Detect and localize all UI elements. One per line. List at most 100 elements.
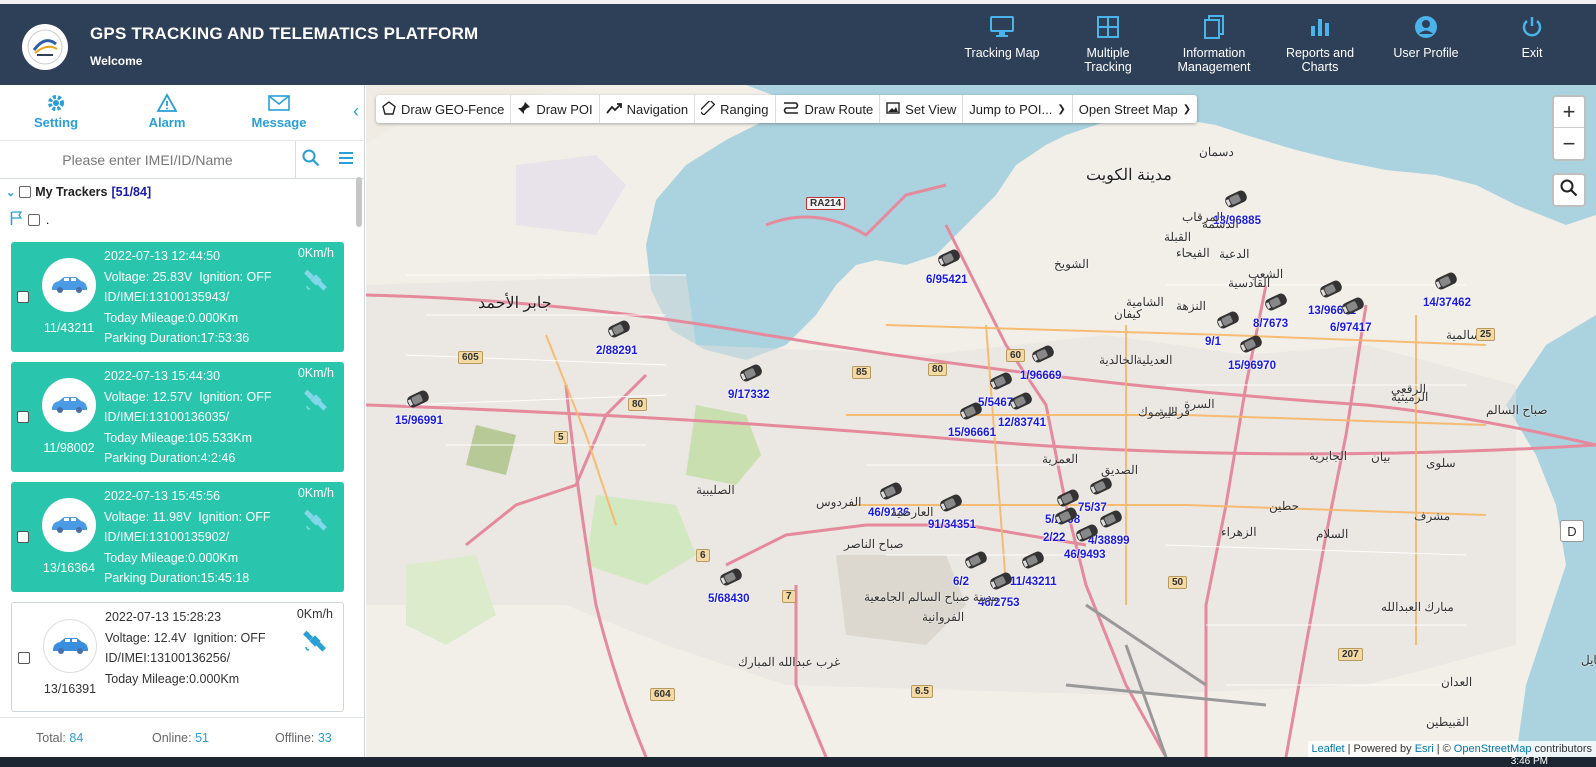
group-row[interactable]: .: [10, 211, 49, 228]
vehicle-marker[interactable]: [1431, 270, 1461, 297]
vehicle-label[interactable]: 6/2: [953, 576, 969, 588]
place-label: الدعية: [1219, 247, 1250, 261]
satellite-icon: [303, 629, 327, 658]
vehicle-marker[interactable]: [934, 247, 964, 274]
leaflet-link[interactable]: Leaflet: [1312, 743, 1345, 755]
place-label: القبلة: [1164, 230, 1192, 244]
place-label: سلوى: [1426, 456, 1456, 470]
nav-exit[interactable]: Exit: [1477, 14, 1587, 60]
nav-information-management[interactable]: Information Management: [1159, 14, 1269, 74]
map-layer-dropdown[interactable]: Open Street Map ❯: [1073, 95, 1197, 123]
vehicle-marker[interactable]: [1006, 390, 1036, 417]
satellite-icon: [304, 268, 328, 297]
tracking-map[interactable]: Draw GEO-Fence Draw POI Navigation Rangi…: [366, 85, 1596, 757]
tab-message[interactable]: Message: [234, 91, 324, 130]
vehicle-marker[interactable]: [1018, 549, 1048, 576]
tracker-search-input[interactable]: [0, 141, 296, 178]
tracker-details: 2022-07-13 15:44:30 Voltage: 12.57V Igni…: [104, 366, 271, 469]
vehicle-marker[interactable]: [1028, 343, 1058, 370]
tracker-status-line: Voltage: 25.83V Ignition: OFF: [104, 267, 271, 288]
zoom-out-button[interactable]: −: [1554, 128, 1584, 159]
ranging-button[interactable]: Ranging: [695, 95, 776, 123]
vehicle-label[interactable]: 8/7673: [1253, 318, 1288, 330]
vehicle-label[interactable]: 12/83741: [998, 417, 1046, 429]
vehicle-marker[interactable]: [1236, 333, 1266, 360]
jump-to-poi-dropdown[interactable]: Jump to POI... ❯: [963, 95, 1073, 123]
my-trackers-node[interactable]: ⌄ My Trackers [51/84]: [6, 185, 151, 199]
nav-tracking-map[interactable]: Tracking Map: [947, 14, 1057, 60]
tracker-card[interactable]: 11/98002 2022-07-13 15:44:30 Voltage: 12…: [11, 362, 344, 472]
warning-icon: [156, 91, 178, 115]
route-icon: [782, 101, 800, 118]
tracker-mileage: Today Mileage:105.533Km: [104, 430, 253, 445]
tracker-checkbox[interactable]: [17, 410, 29, 428]
tracker-status-line: Voltage: 12.4V Ignition: OFF: [105, 628, 266, 649]
vehicle-label[interactable]: 46/9493: [1064, 549, 1106, 561]
vehicle-marker[interactable]: [1338, 295, 1368, 322]
vehicle-label[interactable]: 15/96991: [395, 415, 443, 427]
vehicle-marker[interactable]: [1072, 522, 1102, 549]
nav-user-profile[interactable]: User Profile: [1371, 14, 1481, 60]
vehicle-label[interactable]: 5/68430: [708, 593, 750, 605]
sidebar-scrollbar[interactable]: [356, 177, 362, 227]
tab-setting[interactable]: Setting: [11, 91, 101, 130]
vehicle-marker[interactable]: [403, 388, 433, 415]
place-label: الجابرية: [1309, 449, 1348, 463]
road-shield: 50: [1168, 576, 1188, 589]
tracker-checkbox[interactable]: [17, 290, 29, 308]
vehicle-label[interactable]: 2/88291: [596, 345, 638, 357]
nav-reports-and-charts[interactable]: Reports and Charts: [1265, 14, 1375, 74]
search-icon[interactable]: [302, 149, 320, 172]
vehicle-label[interactable]: 9/1: [1205, 336, 1221, 348]
vehicle-label[interactable]: 6/95421: [926, 274, 968, 286]
my-trackers-checkbox[interactable]: [19, 186, 32, 198]
osm-link[interactable]: OpenStreetMap: [1454, 743, 1532, 755]
road-shield: 6: [696, 549, 710, 562]
vehicle-label[interactable]: 91/34351: [928, 519, 976, 531]
vehicle-label[interactable]: 2/22: [1043, 532, 1065, 544]
vehicle-marker[interactable]: [936, 492, 966, 519]
chevron-down-icon[interactable]: ⌄: [6, 186, 15, 199]
tracker-checkbox[interactable]: [18, 651, 30, 669]
tab-alarm[interactable]: Alarm: [122, 91, 212, 130]
set-view-button[interactable]: Set View: [880, 95, 964, 123]
menu-icon[interactable]: [338, 151, 354, 170]
tracker-card[interactable]: 13/16364 2022-07-13 15:45:56 Voltage: 11…: [11, 482, 344, 592]
vehicle-marker[interactable]: [604, 318, 634, 345]
map-search-button[interactable]: [1552, 173, 1586, 207]
vehicle-label[interactable]: 11/43211: [1010, 576, 1057, 588]
vehicle-label[interactable]: 1/96669: [1020, 370, 1062, 382]
place-label: السلام: [1316, 527, 1349, 541]
zoom-in-button[interactable]: +: [1554, 97, 1584, 128]
search-icon: [1560, 179, 1578, 202]
tracker-card[interactable]: 11/43211 2022-07-13 12:44:50 Voltage: 25…: [11, 242, 344, 352]
draw-poi-button[interactable]: Draw POI: [511, 95, 600, 123]
vehicle-label[interactable]: 15/96970: [1228, 360, 1276, 372]
vehicle-marker[interactable]: [736, 362, 766, 389]
group-checkbox[interactable]: [28, 213, 40, 226]
vehicle-marker[interactable]: [716, 566, 746, 593]
vehicle-label[interactable]: 15/96661: [948, 427, 996, 439]
vehicle-marker[interactable]: [956, 400, 986, 427]
navigation-button[interactable]: Navigation: [600, 95, 696, 123]
vehicle-marker[interactable]: [1086, 475, 1116, 502]
power-icon: [1519, 14, 1545, 40]
d-button[interactable]: D: [1560, 520, 1584, 542]
vehicle-label[interactable]: 14/37462: [1423, 297, 1471, 309]
vehicle-marker[interactable]: [1261, 291, 1291, 318]
tracker-time: 2022-07-13 15:45:56: [104, 489, 221, 503]
vehicle-marker[interactable]: [1221, 188, 1251, 215]
vehicle-marker[interactable]: [1213, 309, 1243, 336]
vehicle-marker[interactable]: [876, 480, 906, 507]
vehicle-label[interactable]: 6/97417: [1330, 322, 1372, 334]
draw-route-button[interactable]: Draw Route: [776, 95, 881, 123]
vehicle-label[interactable]: 9/17332: [728, 389, 770, 401]
nav-multiple-tracking[interactable]: Multiple Tracking: [1053, 14, 1163, 74]
tracker-card[interactable]: 13/16391 2022-07-13 15:28:23 Voltage: 12…: [11, 602, 344, 712]
place-label: مدينة صباح السالم الجامعية: [864, 590, 999, 604]
collapse-sidebar-icon[interactable]: ‹: [353, 101, 359, 122]
draw-geofence-button[interactable]: Draw GEO-Fence: [376, 95, 512, 123]
pentagon-icon: [382, 100, 396, 118]
esri-link[interactable]: Esri: [1415, 743, 1434, 755]
tracker-checkbox[interactable]: [17, 530, 29, 548]
